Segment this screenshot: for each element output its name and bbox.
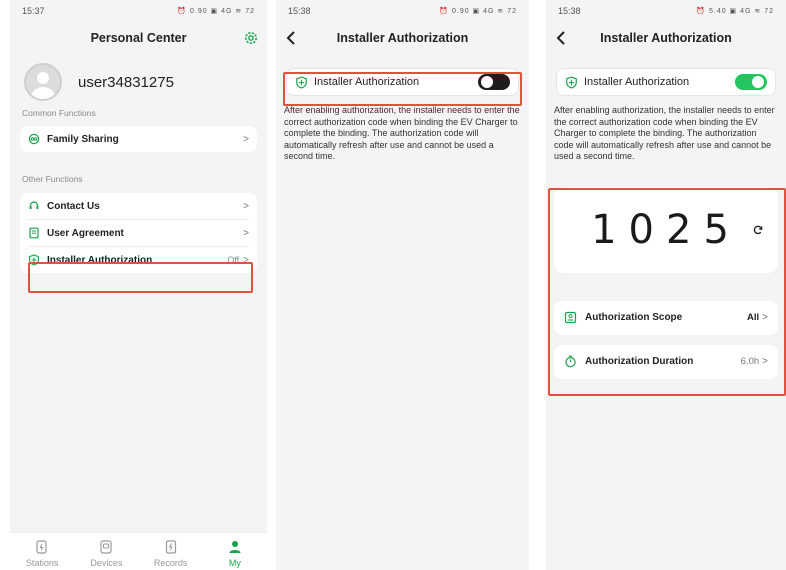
document-icon [28, 227, 40, 239]
installer-authorization-label: Installer Authorization [47, 254, 153, 266]
authorization-switch[interactable] [735, 74, 767, 90]
authorization-scope-value: All [747, 312, 760, 323]
tab-bar: Stations Devices Records My [10, 532, 267, 570]
page-title: Personal Center [90, 31, 187, 45]
authorization-scope-label: Authorization Scope [585, 312, 683, 323]
authorization-toggle-row: Installer Authorization [286, 68, 519, 96]
other-functions-label: Other Functions [22, 174, 83, 184]
nav-bar: Installer Authorization [546, 22, 786, 54]
avatar[interactable] [24, 63, 62, 101]
common-functions-card: Family Sharing > [20, 126, 257, 152]
family-sharing-label: Family Sharing [47, 133, 119, 145]
authorization-code: 1025 [591, 206, 741, 253]
person-icon [229, 541, 241, 553]
status-time: 15:38 [558, 6, 581, 16]
status-bar: 15:37 ⏰ 0.90 ▣ 4G ≋ 72 [10, 0, 267, 22]
other-functions-card: Contact Us > User Agreement > Installer … [20, 193, 257, 273]
chevron-right-icon: > [243, 227, 249, 239]
user-agreement-item[interactable]: User Agreement > [20, 220, 257, 246]
chevron-right-icon: > [243, 133, 249, 145]
headset-icon [28, 200, 40, 212]
tab-records[interactable]: Records [146, 539, 196, 568]
tab-stations[interactable]: Stations [17, 539, 67, 568]
stopwatch-icon [565, 355, 576, 368]
shield-icon [28, 254, 40, 266]
chevron-right-icon: > [243, 254, 249, 266]
gear-icon[interactable] [243, 30, 259, 46]
page-title: Installer Authorization [336, 31, 469, 45]
common-functions-label: Common Functions [22, 108, 96, 118]
contact-us-item[interactable]: Contact Us > [20, 193, 257, 219]
shield-icon [566, 75, 577, 89]
tab-my[interactable]: My [210, 539, 260, 568]
back-arrow-icon[interactable] [284, 29, 300, 47]
toggle-label: Installer Authorization [584, 76, 690, 88]
refresh-icon[interactable] [752, 223, 764, 235]
chevron-right-icon: > [243, 200, 249, 212]
tab-devices[interactable]: Devices [81, 539, 131, 568]
installer-status-value: Off [227, 255, 240, 265]
authorization-switch[interactable] [478, 74, 510, 90]
status-time: 15:37 [22, 6, 45, 16]
contact-us-label: Contact Us [47, 200, 100, 212]
status-bar: 15:38 ⏰ 5.40 ▣ 4G ≋ 72 [546, 0, 786, 22]
status-icons: ⏰ 5.40 ▣ 4G ≋ 72 [696, 8, 774, 15]
status-icons: ⏰ 0.90 ▣ 4G ≋ 72 [177, 8, 255, 15]
nav-bar: Installer Authorization [276, 22, 529, 54]
nav-bar: Personal Center [10, 22, 267, 54]
status-bar: 15:38 ⏰ 0.90 ▣ 4G ≋ 72 [276, 0, 529, 22]
status-icons: ⏰ 0.90 ▣ 4G ≋ 72 [439, 8, 517, 15]
authorization-duration-label: Authorization Duration [585, 356, 694, 367]
chevron-right-icon: > [762, 356, 768, 367]
installer-authorization-item[interactable]: Installer Authorization Off > [20, 247, 257, 273]
authorization-code-card: 1025 [554, 186, 778, 273]
page-title: Installer Authorization [600, 31, 732, 45]
installer-authorization-screen-off: 15:38 ⏰ 0.90 ▣ 4G ≋ 72 Installer Authori… [276, 0, 529, 570]
tab-label: Devices [90, 558, 123, 568]
authorization-description: After enabling authorization, the instal… [554, 105, 775, 161]
scope-icon [564, 311, 577, 324]
tab-label: Records [153, 558, 188, 568]
shield-icon [296, 75, 307, 89]
authorization-description: After enabling authorization, the instal… [284, 105, 520, 161]
device-icon [100, 540, 112, 554]
status-time: 15:38 [288, 6, 311, 16]
tab-label: Stations [25, 558, 59, 568]
back-arrow-icon[interactable] [554, 29, 570, 47]
authorization-duration-value: 6.0h [740, 356, 760, 367]
authorization-scope-item[interactable]: Authorization Scope All > [554, 300, 778, 335]
records-icon [165, 540, 176, 554]
personal-center-screen: 15:37 ⏰ 0.90 ▣ 4G ≋ 72 Personal Center u… [10, 0, 267, 570]
user-header[interactable]: user34831275 [10, 54, 267, 106]
authorization-duration-item[interactable]: Authorization Duration 6.0h > [554, 344, 778, 379]
family-sharing-item[interactable]: Family Sharing > [20, 126, 257, 152]
authorization-toggle-row: Installer Authorization [556, 68, 776, 96]
family-sharing-icon [28, 133, 40, 145]
user-agreement-label: User Agreement [47, 227, 124, 239]
tab-label: My [228, 558, 241, 568]
username: user34831275 [78, 73, 174, 91]
toggle-label: Installer Authorization [314, 76, 420, 88]
installer-authorization-screen-on: 15:38 ⏰ 5.40 ▣ 4G ≋ 72 Installer Authori… [546, 0, 786, 570]
chevron-right-icon: > [762, 312, 768, 323]
station-icon [36, 540, 47, 554]
